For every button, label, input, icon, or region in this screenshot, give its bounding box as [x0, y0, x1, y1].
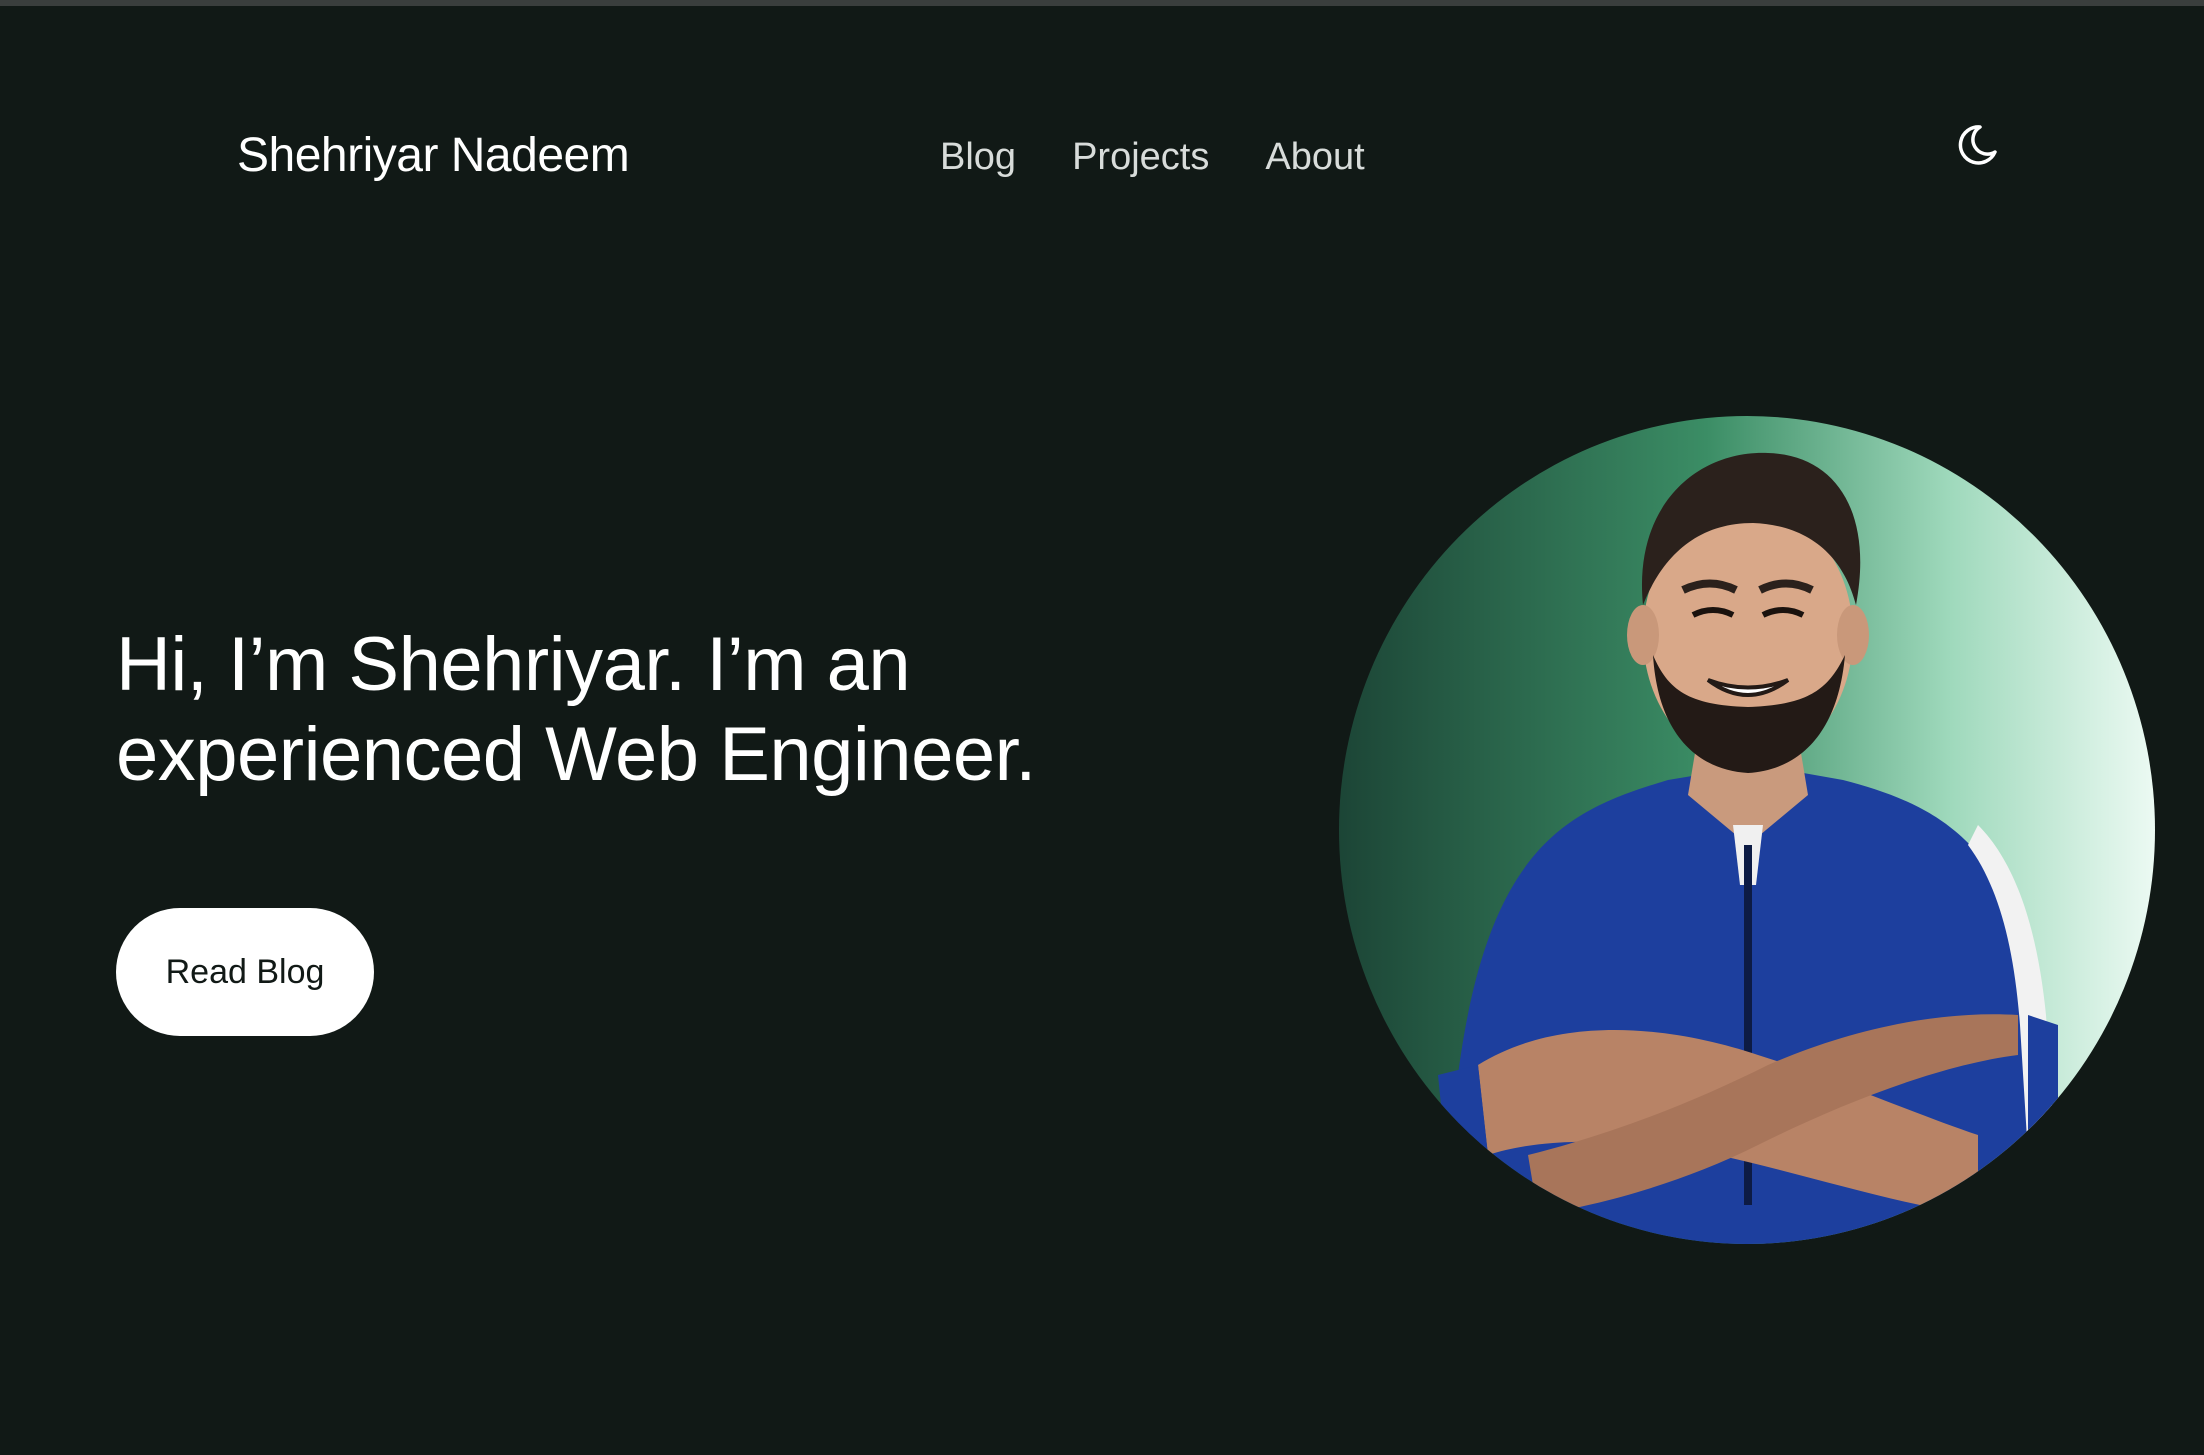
nav-link-projects[interactable]: Projects: [1072, 136, 1209, 179]
read-blog-button-label: Read Blog: [165, 952, 325, 991]
site-brand[interactable]: Shehriyar Nadeem: [237, 128, 630, 183]
nav-link-blog[interactable]: Blog: [940, 136, 1016, 179]
nav-link-about[interactable]: About: [1265, 136, 1364, 179]
hero-heading: Hi, I’m Shehriyar. I’m an experienced We…: [116, 620, 1296, 800]
main-nav: Blog Projects About: [940, 136, 1365, 179]
profile-avatar: [1339, 416, 2155, 1244]
read-blog-button[interactable]: Read Blog: [116, 908, 374, 1036]
moon-icon: [1958, 125, 1997, 165]
window-top-edge: [0, 0, 2204, 6]
hero-heading-line-1: Hi, I’m Shehriyar. I’m an: [116, 622, 911, 707]
hero-heading-line-2: experienced Web Engineer.: [116, 712, 1036, 797]
theme-toggle-button[interactable]: [1950, 118, 2004, 172]
